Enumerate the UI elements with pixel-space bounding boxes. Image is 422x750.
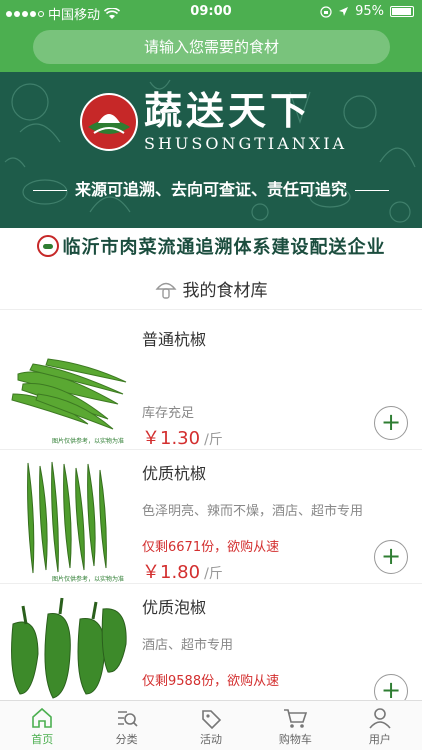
brand-text: 蔬送天下 SHUSONGTIANXIA xyxy=(144,90,347,153)
bottom-tab-bar: 首页 分类 活动 购物车 用户 xyxy=(0,700,422,750)
tab-category[interactable]: 分类 xyxy=(84,701,168,750)
battery-label: 95% xyxy=(355,4,384,19)
tab-label: 分类 xyxy=(115,733,138,746)
company-text: 临沂市肉菜流通追溯体系建设配送企业 xyxy=(62,237,386,258)
tag-icon xyxy=(202,710,222,729)
price-unit: /斤 xyxy=(204,432,223,448)
brand-name-cn: 蔬送天下 xyxy=(144,89,313,133)
add-to-cart-button[interactable]: + xyxy=(374,674,408,700)
product-description: 色泽明亮、辣而不燥，酒店、超市专用 xyxy=(142,504,364,519)
company-line: 临沂市肉菜流通追溯体系建设配送企业 xyxy=(0,232,422,260)
stock-status: 库存充足 xyxy=(142,406,195,421)
location-icon xyxy=(339,7,349,16)
top-header: 请输入您需要的食材 xyxy=(0,24,422,72)
add-to-cart-button[interactable]: + xyxy=(374,406,408,440)
product-name: 优质杭椒 xyxy=(142,464,207,483)
home-icon xyxy=(32,707,53,728)
stock-status: 仅剩6671份，欲购从速 xyxy=(142,540,280,555)
rotation-lock-icon xyxy=(320,5,332,18)
company-badge-icon xyxy=(36,235,59,257)
status-right: 95% xyxy=(320,4,414,19)
status-bar: 中国移动 09:00 95% xyxy=(0,0,422,24)
brand-name-en: SHUSONGTIANXIA xyxy=(144,134,348,153)
add-to-cart-button[interactable]: + xyxy=(374,540,408,574)
tab-home[interactable]: 首页 xyxy=(0,701,84,750)
mushroom-icon xyxy=(155,282,176,299)
tab-label: 活动 xyxy=(200,733,223,746)
stock-status: 仅剩9588份，欲购从速 xyxy=(142,674,280,689)
tab-label: 用户 xyxy=(368,733,391,746)
product-item[interactable]: 优质泡椒 酒店、超市专用 仅剩9588份，欲购从速 + xyxy=(0,584,422,700)
product-description: 酒店、超市专用 xyxy=(142,638,234,653)
search-input[interactable]: 请输入您需要的食材 xyxy=(33,30,390,64)
user-icon xyxy=(369,708,391,729)
price-value: ￥1.30 xyxy=(142,428,201,449)
banner-slogan: 来源可追溯、去向可查证、责任可追究 xyxy=(0,176,422,200)
category-search-icon xyxy=(117,711,138,727)
section-title: 我的食材库 xyxy=(182,281,268,301)
green-pepper-image xyxy=(27,461,107,574)
cart-icon xyxy=(284,709,308,728)
product-price: ￥1.80/斤 xyxy=(142,558,223,584)
tab-label: 购物车 xyxy=(278,733,312,746)
tab-cart[interactable]: 购物车 xyxy=(253,701,337,750)
product-price: ￥1.30/斤 xyxy=(142,424,223,450)
brand-logo: 蔬送天下 SHUSONGTIANXIA xyxy=(80,90,347,153)
green-pepper-image xyxy=(11,358,127,430)
promo-banner[interactable]: 蔬送天下 SHUSONGTIANXIA 来源可追溯、去向可查证、责任可追究 xyxy=(0,72,422,228)
image-note: 图片仅供参考，以实物为准 xyxy=(52,438,125,445)
tab-user[interactable]: 用户 xyxy=(338,701,422,750)
price-unit: /斤 xyxy=(204,566,223,582)
image-note: 图片仅供参考，以实物为准 xyxy=(52,576,125,583)
product-name: 普通杭椒 xyxy=(142,330,207,349)
logo-emblem-icon xyxy=(80,92,138,151)
product-name: 优质泡椒 xyxy=(142,598,207,617)
battery-icon xyxy=(390,6,414,17)
price-value: ￥1.80 xyxy=(142,562,201,583)
product-item[interactable]: 图片仅供参考，以实物为准 优质杭椒 色泽明亮、辣而不燥，酒店、超市专用 仅剩66… xyxy=(0,450,422,584)
tab-label: 首页 xyxy=(31,733,54,746)
product-item[interactable]: 图片仅供参考，以实物为准 普通杭椒 库存充足 ￥1.30/斤 + xyxy=(0,316,422,450)
pepper-image xyxy=(11,597,127,699)
section-header: 我的食材库 xyxy=(0,268,422,310)
tab-activity[interactable]: 活动 xyxy=(169,701,253,750)
